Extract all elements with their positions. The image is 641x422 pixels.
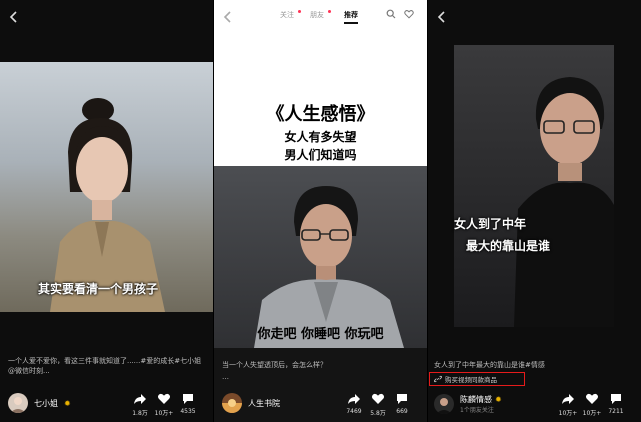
comment-icon [397,394,407,404]
link-icon [434,375,442,383]
video-frame: 女人到了中年 最大的靠山是谁 [454,45,614,327]
action-bar: 10万+ 10万+ 7211 [556,392,628,417]
heart-icon [585,393,599,404]
share-button[interactable]: 1.8万 [128,392,152,417]
notify-dot [298,10,301,13]
heart-icon [157,393,171,404]
back-icon[interactable] [436,8,448,23]
share-icon [562,394,574,404]
video-panel-1[interactable]: 其实要看清一个男孩子 一个人爱不爱你，看这三件事就知道了......#爱的成长#… [0,0,213,422]
video-subtitle: 其实要看清一个男孩子 [38,282,159,296]
action-bar: 1.8万 10万+ 4535 [128,392,200,417]
woman-figure [50,98,165,312]
author-block[interactable]: 陈麟情感 ✹ 1个朋友关注 [434,394,502,414]
comment-button[interactable]: 7211 [604,392,628,417]
tab-recommend[interactable]: 推荐 [344,10,358,20]
share-icon [348,394,360,404]
share-icon [134,394,146,404]
like-count: 10万+ [154,410,174,417]
video-panel-2[interactable]: 关注 朋友 推荐 《人生感悟》 女人有多失望 男人们知道吗 你走吧 你睡吧 你玩… [214,0,427,422]
share-count: 7469 [346,408,362,415]
avatar[interactable] [8,393,28,413]
video-caption[interactable]: 一个人爱不爱你，看这三件事就知道了......#爱的成长#七小姐@微信时刻... [8,356,206,376]
comment-icon [183,394,193,404]
verified-icon: ✹ [495,395,502,404]
notify-dot [328,10,331,13]
shop-link-label: 购买视频同款商品 [445,376,497,384]
action-bar: 7469 5.8万 669 [342,392,414,417]
author-name[interactable]: 七小姐 [34,398,58,409]
share-count: 1.8万 [132,410,148,417]
author-block[interactable]: 人生书院 [222,393,280,413]
author-name[interactable]: 陈麟情感 [460,394,492,405]
active-tab-indicator [344,22,358,24]
share-count: 10万+ [558,410,578,417]
video-subtitle: 你走吧 你睡吧 你玩吧 [257,327,384,342]
back-icon[interactable] [8,8,20,23]
man-figure [514,77,614,327]
headline-line-1: 女人有多失望 [284,130,357,144]
author-block[interactable]: 七小姐 ✹ [8,393,71,413]
caption-more[interactable]: … [222,372,229,382]
video-frame: 其实要看清一个男孩子 [0,62,213,312]
like-count: 5.8万 [370,410,386,417]
like-button[interactable]: 10万+ [152,392,176,417]
man-figure [254,186,404,348]
comment-button[interactable]: 4535 [176,392,200,417]
avatar[interactable] [434,394,454,414]
video-caption[interactable]: 当一个人失望透顶后，会怎么样？ [222,360,420,370]
search-icon[interactable] [386,9,396,19]
comment-icon [611,394,621,404]
video-caption[interactable]: 女人到了中年最大的靠山是谁#情感 [434,360,634,370]
comment-count: 669 [396,408,408,415]
comment-count: 7211 [608,408,624,415]
comment-button[interactable]: 669 [390,392,414,417]
tab-following[interactable]: 关注 [280,10,294,20]
video-frame [214,166,427,348]
heart-icon [371,393,385,404]
avatar[interactable] [222,393,242,413]
friend-follow-text: 1个朋友关注 [460,407,494,414]
video-subtitle-2: 最大的靠山是谁 [466,239,551,253]
share-button[interactable]: 7469 [342,392,366,417]
like-button[interactable]: 10万+ [580,392,604,417]
share-button[interactable]: 10万+ [556,392,580,417]
comment-count: 4535 [180,408,196,415]
verified-icon: ✹ [64,398,71,408]
like-count: 10万+ [582,410,602,417]
video-panel-3[interactable]: 女人到了中年 最大的靠山是谁 女人到了中年最大的靠山是谁#情感 陈麟情感 ✹ 1… [428,0,641,422]
like-button[interactable]: 5.8万 [366,392,390,417]
tab-friends[interactable]: 朋友 [310,10,324,20]
heart-outline-icon[interactable] [404,9,414,19]
shop-product-link[interactable]: 购买视频同款商品 [429,372,525,386]
headline-line-2: 男人们知道吗 [284,148,357,162]
headline-title: 《人生感悟》 [266,104,375,125]
video-subtitle-1: 女人到了中年 [454,217,527,231]
author-name[interactable]: 人生书院 [248,398,280,409]
top-nav: 关注 朋友 推荐 [214,8,427,24]
